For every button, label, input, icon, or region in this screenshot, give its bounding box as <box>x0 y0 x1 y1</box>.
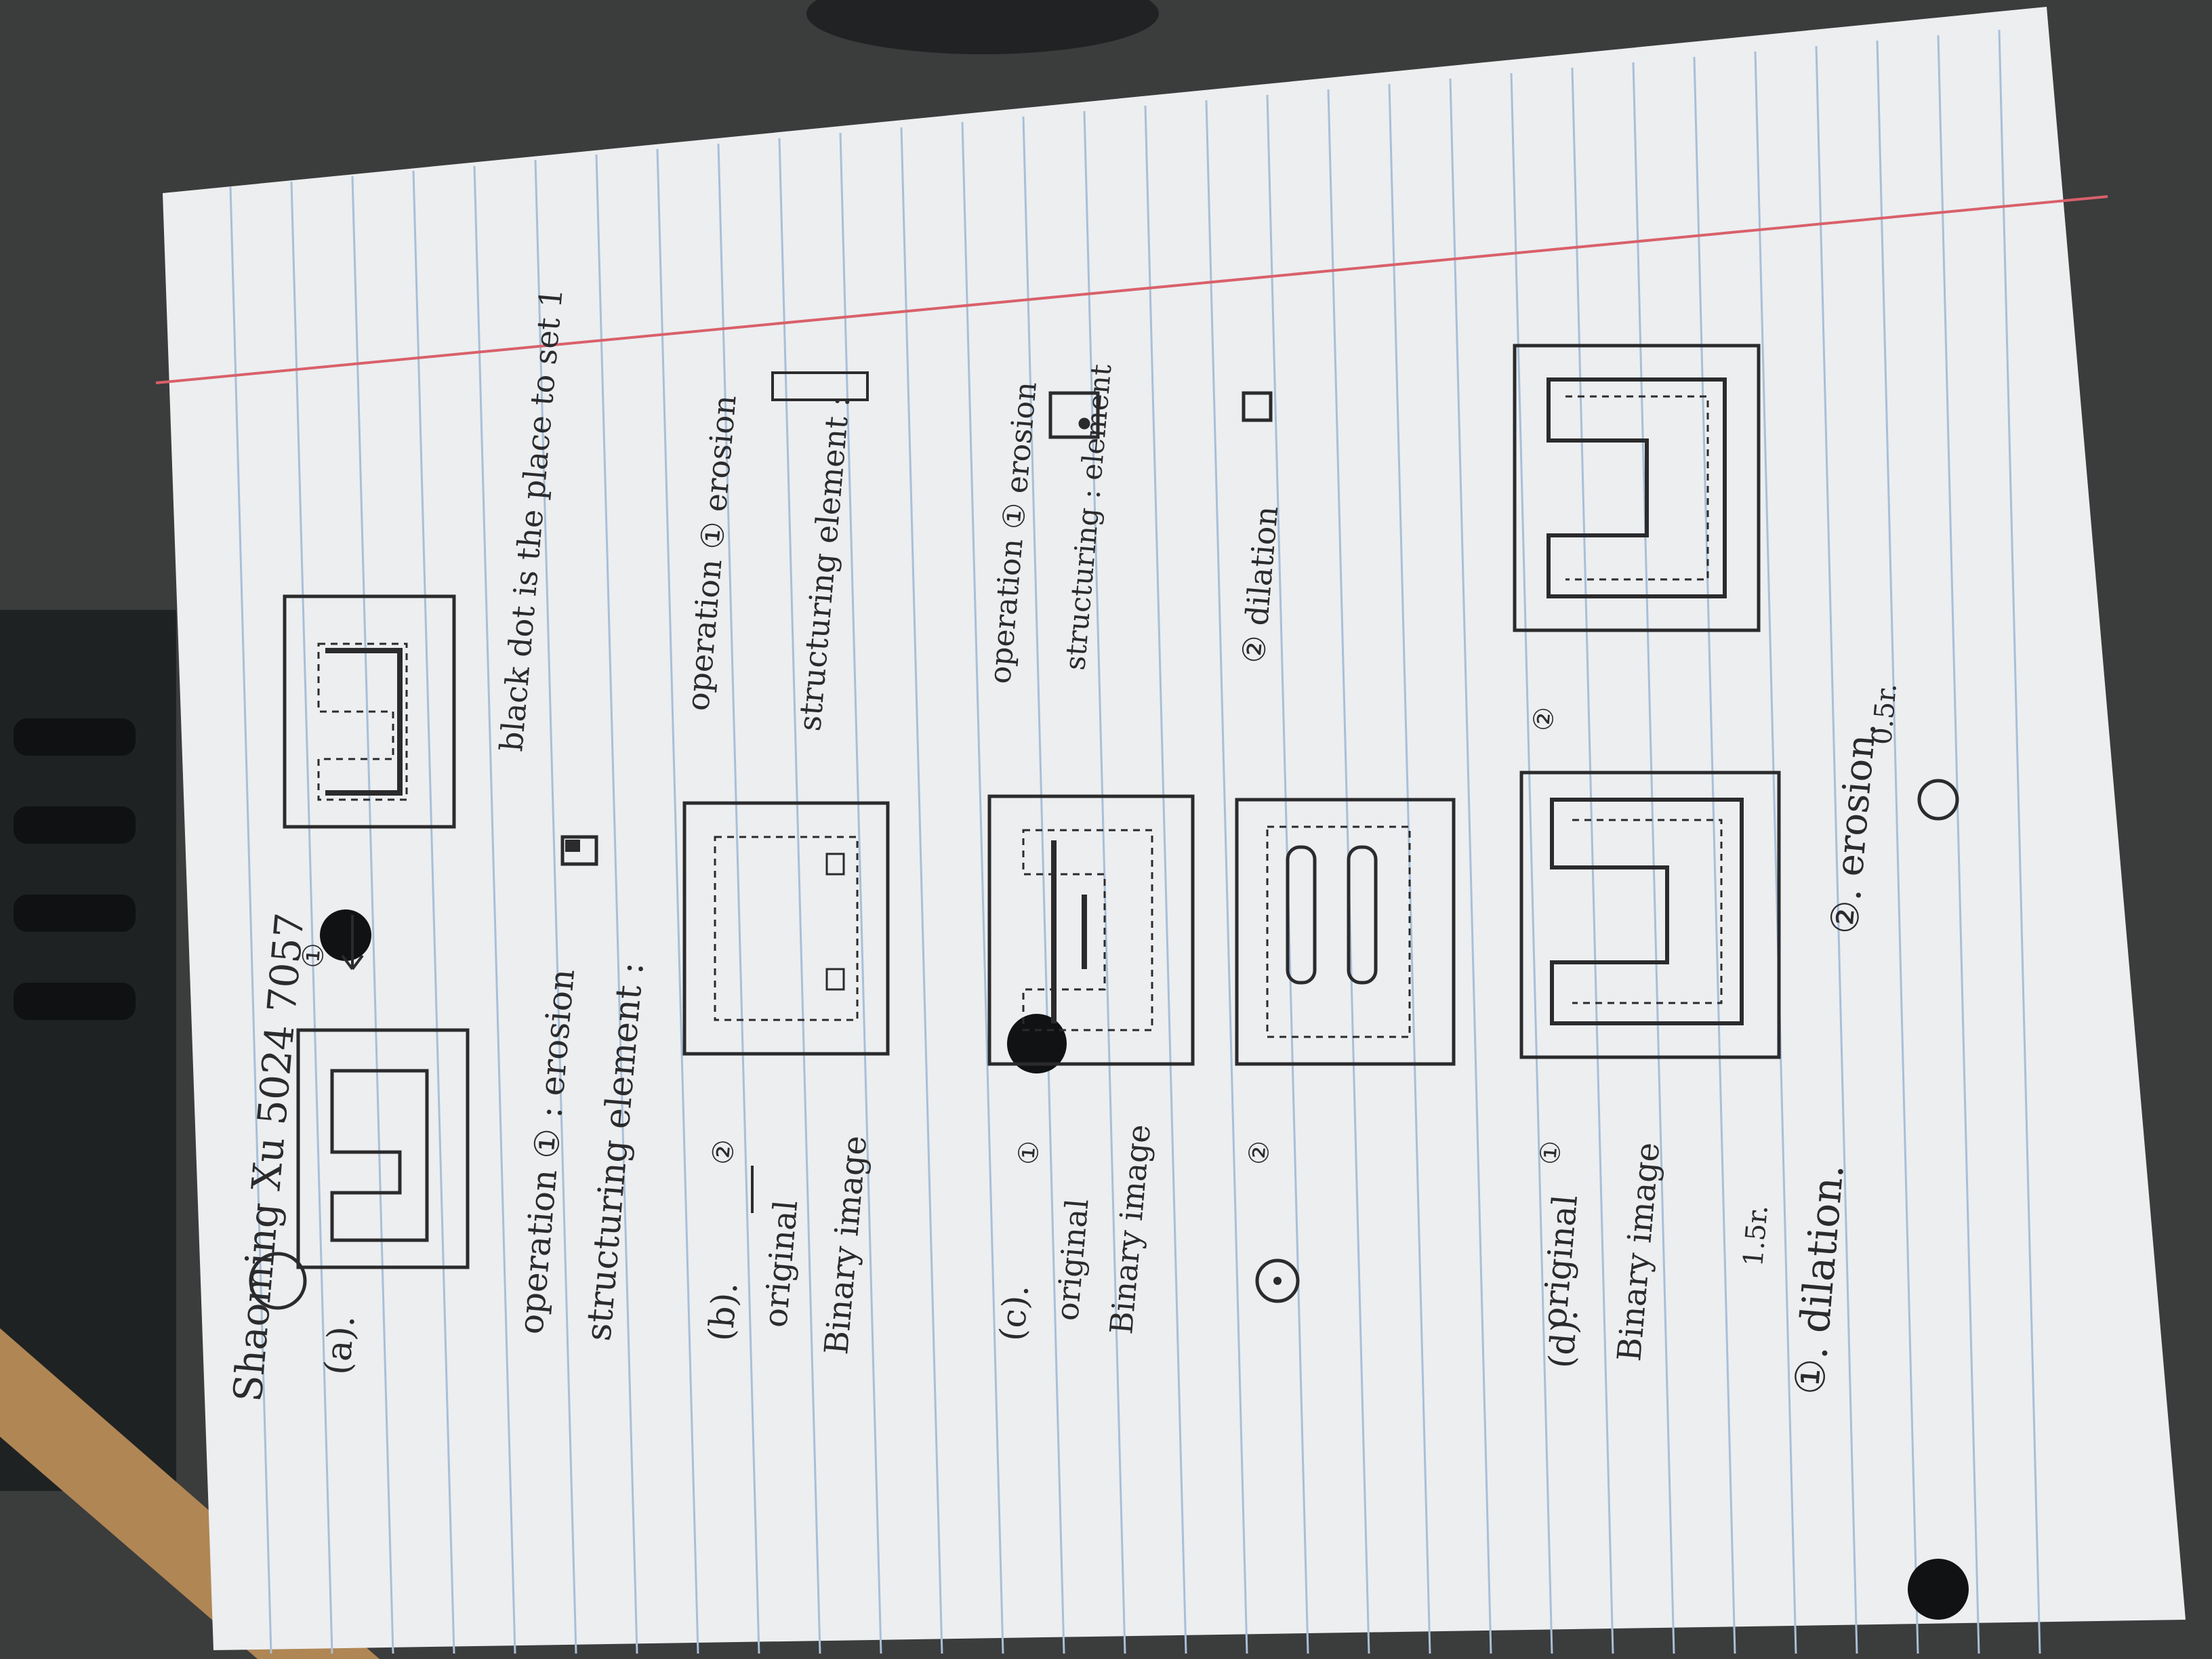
part-d-step-marker-2: ② <box>1528 705 1561 733</box>
part-d-step-marker-1: ① <box>1534 1139 1568 1166</box>
part-c-step-marker-2: ② <box>1243 1139 1276 1166</box>
part-d-erosion-radius: 0.5r. <box>1866 682 1903 746</box>
part-c-step-marker-1: ① <box>1012 1139 1046 1166</box>
part-b-step-marker: ② <box>705 1138 741 1166</box>
part-d-dilation-radius: 1.5r. <box>1738 1204 1774 1268</box>
structuring-element-dot <box>565 840 580 852</box>
part-a-step-marker: ① <box>295 941 331 970</box>
disk-center-dot <box>1273 1277 1282 1285</box>
part-b-label: (b). <box>701 1280 745 1343</box>
part-c-label: (c). <box>992 1283 1036 1343</box>
part-a-label: (a). <box>317 1313 363 1376</box>
photo-scene: Shaoming Xu 5024 7057 (a). ① operation ①… <box>0 0 2212 1659</box>
